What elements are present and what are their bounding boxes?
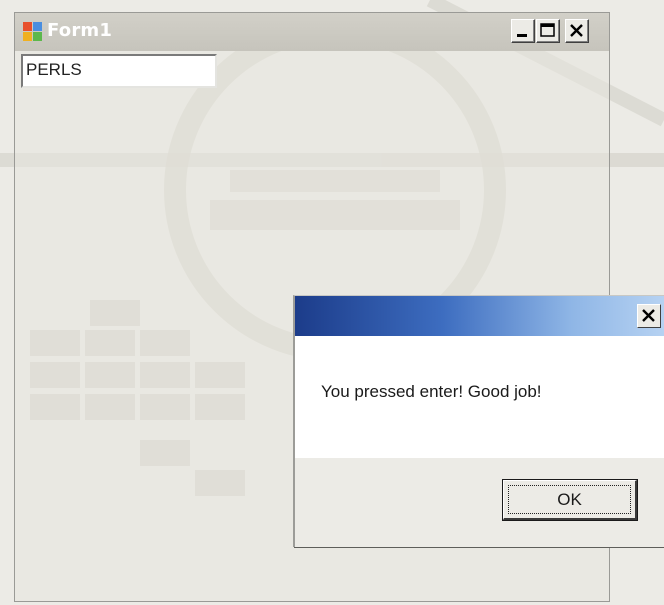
close-button[interactable] [565,19,589,43]
close-icon [642,309,655,322]
app-window-icon [23,22,42,41]
message-box-close-button[interactable] [637,304,661,328]
maximize-icon [540,23,555,37]
message-box-dialog: You pressed enter! Good job! OK [293,295,664,547]
minimize-icon [517,34,527,37]
ok-button[interactable]: OK [502,479,638,521]
form-title: Form1 [47,20,113,41]
message-box-footer: OK [295,458,664,547]
ok-button-label: OK [557,489,582,509]
minimize-button[interactable] [511,19,535,43]
form-titlebar[interactable]: Form1 [15,13,609,51]
message-box-body: You pressed enter! Good job! [295,336,664,458]
maximize-button[interactable] [536,19,560,43]
ok-button-focus-rect: OK [508,485,631,514]
text-input[interactable]: PERLS [21,54,217,88]
message-box-titlebar[interactable] [295,296,664,336]
message-text: You pressed enter! Good job! [321,382,542,401]
close-icon [570,24,583,37]
